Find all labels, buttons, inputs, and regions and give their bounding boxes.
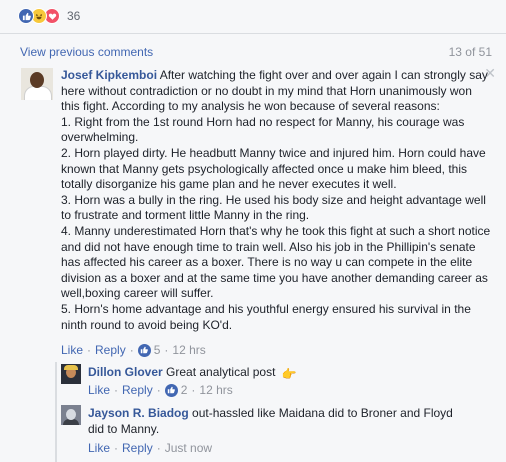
separator: · — [114, 383, 119, 397]
comment-author[interactable]: Josef Kipkemboi — [61, 68, 157, 82]
separator: · — [156, 383, 161, 397]
reactions-summary[interactable]: 36 — [18, 7, 80, 25]
reply-button[interactable]: Reply — [122, 441, 153, 455]
reply-text: Great analytical post — [166, 365, 276, 379]
reply-actions: Like · Reply · 2 · 12 hrs — [88, 383, 233, 397]
reply-author[interactable]: Jayson R. Biadog — [88, 406, 189, 420]
comment-body: Josef Kipkemboi After watching the fight… — [61, 68, 493, 333]
reply-actions: Like · Reply · Just now — [88, 441, 212, 455]
separator: · — [164, 343, 169, 357]
timestamp[interactable]: Just now — [165, 441, 212, 455]
avatar[interactable] — [61, 364, 81, 384]
like-button[interactable]: Like — [61, 343, 83, 357]
reaction-count[interactable]: 36 — [67, 9, 80, 23]
separator: · — [156, 441, 161, 455]
view-previous-comments-link[interactable]: View previous comments — [20, 45, 153, 59]
reply-button[interactable]: Reply — [122, 383, 153, 397]
comment-actions: Like · Reply · 5 · 12 hrs — [61, 343, 206, 357]
comment-point: 3. Horn was a bully in the ring. He used… — [61, 192, 486, 223]
timestamp[interactable]: 12 hrs — [172, 343, 205, 357]
comment-point: 1. Right from the 1st round Horn had no … — [61, 114, 465, 145]
comment-point: 2. Horn played dirty. He headbutt Manny … — [61, 145, 486, 192]
timestamp[interactable]: 12 hrs — [199, 383, 232, 397]
like-button[interactable]: Like — [88, 383, 110, 397]
reply-thread-line — [55, 402, 57, 462]
like-count[interactable]: 5 — [154, 343, 161, 357]
like-count[interactable]: 2 — [181, 383, 188, 397]
avatar[interactable] — [21, 68, 53, 100]
like-button[interactable]: Like — [88, 441, 110, 455]
reply-button[interactable]: Reply — [95, 343, 126, 357]
comment-point: 4. Manny underestimated Horn that's why … — [61, 223, 491, 301]
separator: · — [129, 343, 134, 357]
separator: · — [191, 383, 196, 397]
separator: · — [114, 441, 119, 455]
like-count-icon — [137, 343, 151, 357]
divider — [0, 33, 506, 34]
separator: · — [87, 343, 92, 357]
reply-author[interactable]: Dillon Glover — [88, 365, 163, 379]
comment-point: 5. Horn's home advantage and his youthfu… — [61, 301, 471, 332]
like-reaction-icon — [18, 8, 34, 24]
avatar[interactable] — [61, 405, 81, 425]
like-count-icon — [164, 383, 178, 397]
pointing-hand-icon: 👉 — [281, 367, 297, 381]
reply-body: Dillon Glover Great analytical post 👉 — [88, 365, 488, 383]
reply-body: Jayson R. Biadog out-hassled like Maidan… — [88, 406, 468, 437]
comment-pager: 13 of 51 — [448, 45, 492, 59]
reply-thread-line — [55, 362, 57, 402]
